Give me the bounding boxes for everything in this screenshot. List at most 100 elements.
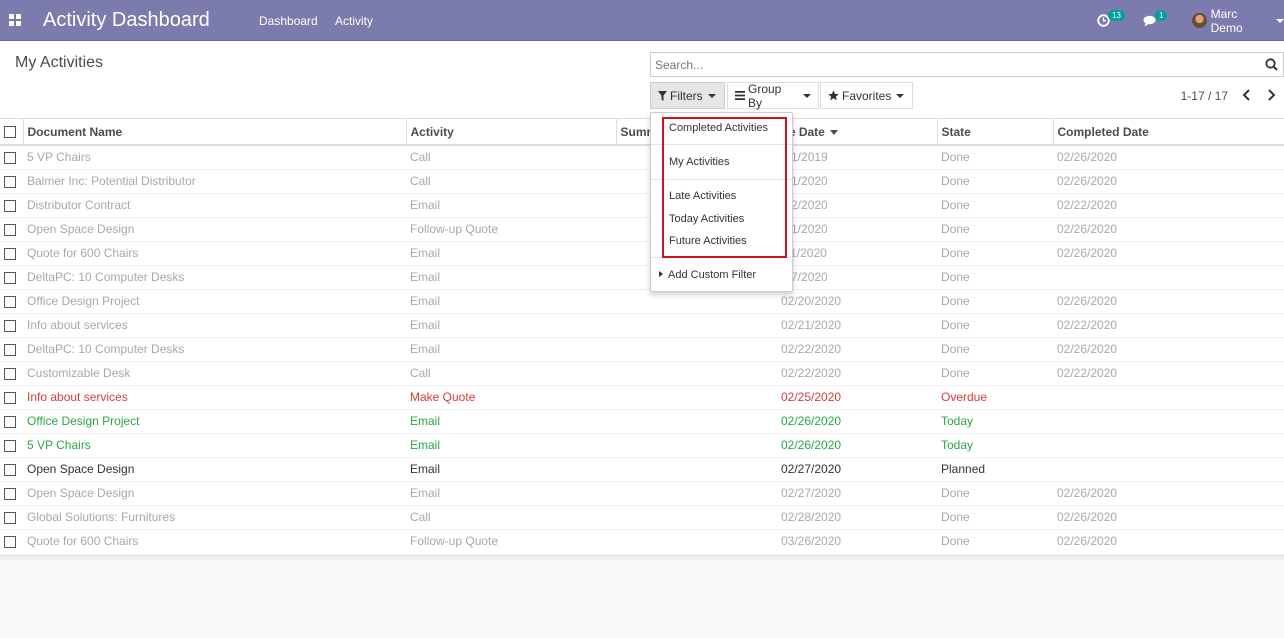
row-checkbox[interactable] [4, 487, 16, 500]
table-row[interactable]: Distributor Contract Email/22/2020 Done 02/… [0, 192, 1284, 217]
row-checkbox[interactable] [4, 199, 16, 212]
menu-activity[interactable]: Activity [335, 14, 373, 28]
row-checkbox[interactable] [4, 223, 16, 236]
column-header-completed-date[interactable]: Completed Date [1053, 119, 1284, 146]
table-row[interactable]: Info about services Email 02/21/2020 Done 02… [0, 312, 1284, 337]
table-row[interactable]: DeltaPC: 10 Computer Desks Email 02/22/202… [0, 336, 1284, 361]
add-custom-filter[interactable]: Add Custom Filter [659, 269, 756, 281]
select-all-checkbox[interactable] [4, 126, 16, 139]
cell-state: Today [937, 432, 1053, 457]
select-all-checkbox-cell[interactable] [0, 119, 24, 146]
cell-summary [616, 528, 777, 553]
apps-menu-icon[interactable] [9, 14, 21, 26]
add-custom-filter-label: Add Custom Filter [668, 269, 757, 281]
row-checkbox-cell[interactable] [0, 288, 23, 313]
messaging-systray[interactable]: 1 [1143, 0, 1169, 41]
row-checkbox-cell[interactable] [0, 312, 23, 337]
table-row[interactable]: Office Design Project Email 02/26/2020 Toda… [0, 408, 1284, 433]
cell-state: Done [937, 240, 1053, 265]
table-row[interactable]: Customizable Desk Call 02/22/2020 Done 02/22… [0, 360, 1284, 385]
row-checkbox[interactable] [4, 511, 16, 524]
row-checkbox-cell[interactable] [0, 456, 23, 481]
row-checkbox[interactable] [4, 152, 16, 165]
cell-completed-date: 02/26/2020 [1053, 240, 1284, 265]
menu-dashboard[interactable]: Dashboard [259, 14, 318, 28]
row-checkbox-cell[interactable] [0, 192, 23, 217]
filters-label: Filters [670, 88, 703, 103]
cell-activity: Call [406, 144, 616, 169]
table-row[interactable]: 5 VP Chairs Call/01/2019 Done 02/26/2020 [0, 144, 1284, 169]
sort-desc-icon [829, 129, 838, 135]
table-row[interactable]: 5 VP Chairs Email 02/26/2020 Today [0, 432, 1284, 457]
cell-due-date: 02/25/2020 [777, 384, 937, 409]
cell-completed-date: 02/22/2020 [1053, 312, 1284, 337]
cell-document-name: Office Design Project [23, 288, 406, 313]
row-checkbox-cell[interactable] [0, 480, 23, 505]
row-checkbox[interactable] [4, 271, 16, 284]
table-row[interactable]: Balmer Inc: Potential Distributor Call/01… [0, 168, 1284, 193]
row-checkbox[interactable] [4, 391, 16, 404]
row-checkbox-cell[interactable] [0, 432, 23, 457]
cell-document-name: Global Solutions: Furnitures [23, 504, 406, 529]
table-row[interactable]: Open Space Design Email 02/27/2020 Done 02/2… [0, 480, 1284, 505]
activity-systray[interactable]: 13 [1097, 0, 1127, 41]
row-checkbox[interactable] [4, 295, 16, 308]
row-checkbox-cell[interactable] [0, 264, 23, 289]
search-bar [650, 52, 1284, 77]
row-checkbox-cell[interactable] [0, 408, 23, 433]
group-by-label: Group By [748, 81, 782, 110]
cell-state: Done [937, 360, 1053, 385]
chevron-left-icon[interactable] [1240, 86, 1254, 104]
activity-count-badge: 13 [1108, 10, 1125, 21]
table-row[interactable]: Open Space Design Follow-up Quote/01/2020… [0, 216, 1284, 241]
cell-activity: Follow-up Quote [406, 216, 616, 241]
table-row[interactable]: Open Space Design Email 02/27/2020 Planned [0, 456, 1284, 481]
column-header-document-name[interactable]: Document Name [23, 119, 407, 146]
row-checkbox[interactable] [4, 175, 16, 188]
group-by-button[interactable]: Group By [727, 81, 819, 110]
table-row[interactable]: Quote for 600 Chairs Email/11/2020 Done 02/… [0, 240, 1284, 265]
row-checkbox-cell[interactable] [0, 504, 23, 529]
row-checkbox-cell[interactable] [0, 528, 23, 553]
row-checkbox[interactable] [4, 415, 16, 428]
cell-due-date: 02/26/2020 [777, 408, 937, 433]
cell-completed-date: 02/22/2020 [1053, 192, 1284, 217]
filters-button[interactable]: Filters [650, 82, 725, 109]
column-header-state[interactable]: State [937, 119, 1054, 146]
cell-activity: Call [406, 504, 616, 529]
row-checkbox-cell[interactable] [0, 240, 23, 265]
cell-completed-date: 02/26/2020 [1053, 144, 1284, 169]
row-checkbox[interactable] [4, 463, 16, 476]
table-row[interactable]: Info about services Make Quote 02/25/2020 O… [0, 384, 1284, 409]
table-row[interactable]: Office Design Project Email 02/20/2020 Done… [0, 288, 1284, 313]
table-row[interactable]: Global Solutions: Furnitures Call 02/28/20… [0, 504, 1284, 529]
cell-activity: Call [406, 360, 616, 385]
favorites-button[interactable]: Favorites [820, 82, 913, 109]
row-checkbox-cell[interactable] [0, 384, 23, 409]
row-checkbox[interactable] [4, 319, 16, 332]
search-input[interactable] [651, 53, 1251, 76]
table-row[interactable]: DeltaPC: 10 Computer Desks Email/17/2020 D… [0, 264, 1284, 289]
row-checkbox-cell[interactable] [0, 168, 23, 193]
search-icon[interactable] [1265, 58, 1278, 71]
row-checkbox-cell[interactable] [0, 360, 23, 385]
cell-activity: Email [406, 240, 616, 265]
row-checkbox-cell[interactable] [0, 216, 23, 241]
row-checkbox[interactable] [4, 439, 16, 452]
row-checkbox[interactable] [4, 536, 16, 549]
row-checkbox[interactable] [4, 247, 16, 260]
row-checkbox-cell[interactable] [0, 336, 23, 361]
cell-completed-date: 02/26/2020 [1053, 168, 1284, 193]
cell-document-name: Open Space Design [23, 456, 406, 481]
cell-document-name: Customizable Desk [23, 360, 406, 385]
cell-completed-date [1053, 384, 1284, 409]
column-header-activity[interactable]: Activity [406, 119, 617, 146]
column-header-due-date[interactable]: ue Date [777, 119, 938, 146]
row-checkbox[interactable] [4, 367, 16, 380]
table-row[interactable]: Quote for 600 Chairs Follow-up Quote 03/26… [0, 528, 1284, 553]
cell-completed-date [1053, 432, 1284, 457]
user-menu[interactable]: Marc Demo [1192, 0, 1284, 41]
row-checkbox[interactable] [4, 343, 16, 356]
row-checkbox-cell[interactable] [0, 144, 23, 169]
chevron-right-icon[interactable] [1264, 86, 1278, 104]
